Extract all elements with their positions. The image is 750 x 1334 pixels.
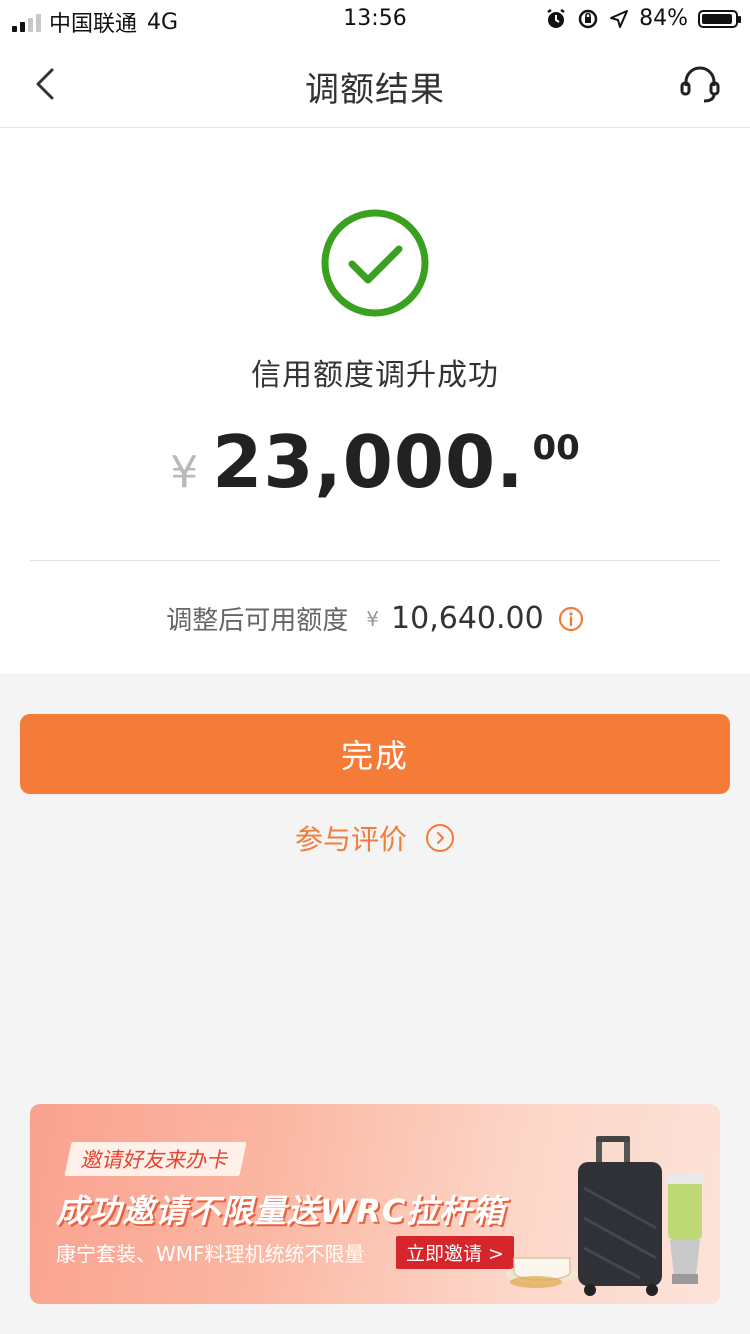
invite-button[interactable]: 立即邀请 > bbox=[396, 1236, 514, 1269]
banner-title: 成功邀请不限量送WRC拉杆箱 bbox=[56, 1192, 506, 1230]
credit-amount: ¥23,000. 00 bbox=[0, 420, 750, 504]
chevron-right-circle-icon bbox=[426, 824, 454, 852]
nav-bar: 调额结果 bbox=[0, 40, 750, 128]
available-value: 10,640.00 bbox=[391, 601, 544, 636]
divider bbox=[30, 560, 720, 561]
amount-decimal: 00 bbox=[532, 428, 580, 468]
available-currency: ¥ bbox=[366, 606, 380, 631]
result-card: 信用额度调升成功 ¥23,000. 00 调整后可用额度 ¥ 10,640.00 bbox=[0, 128, 750, 674]
available-credit-row: 调整后可用额度 ¥ 10,640.00 bbox=[0, 600, 750, 637]
done-button[interactable]: 完成 bbox=[20, 714, 730, 794]
page-title: 调额结果 bbox=[305, 70, 445, 110]
location-icon bbox=[610, 9, 629, 28]
check-circle-icon bbox=[321, 209, 429, 317]
amount-integer: 23,000. bbox=[212, 420, 525, 504]
rotation-lock-icon bbox=[578, 9, 598, 28]
result-message: 信用额度调升成功 bbox=[251, 358, 499, 393]
available-label: 调整后可用额度 bbox=[166, 606, 349, 636]
banner-subtitle: 康宁套装、WMF料理机统统不限量 bbox=[56, 1242, 365, 1266]
info-icon[interactable] bbox=[558, 606, 584, 632]
customer-service-button[interactable] bbox=[678, 62, 722, 106]
status-right: 84% bbox=[545, 6, 741, 31]
luggage-illustration bbox=[506, 1136, 704, 1296]
evaluate-label: 参与评价 bbox=[294, 823, 407, 856]
alarm-icon bbox=[547, 8, 565, 28]
banner-tag: 邀请好友来办卡 bbox=[64, 1142, 247, 1176]
currency-symbol: ¥ bbox=[170, 447, 199, 498]
battery-percent: 84% bbox=[639, 6, 688, 31]
battery-icon bbox=[698, 9, 741, 28]
evaluate-link[interactable]: 参与评价 bbox=[0, 818, 750, 858]
status-bar: 中国联通 4G 13:56 84% bbox=[0, 0, 750, 40]
promo-banner[interactable]: 邀请好友来办卡 成功邀请不限量送WRC拉杆箱 康宁套装、WMF料理机统统不限量 … bbox=[30, 1104, 720, 1304]
